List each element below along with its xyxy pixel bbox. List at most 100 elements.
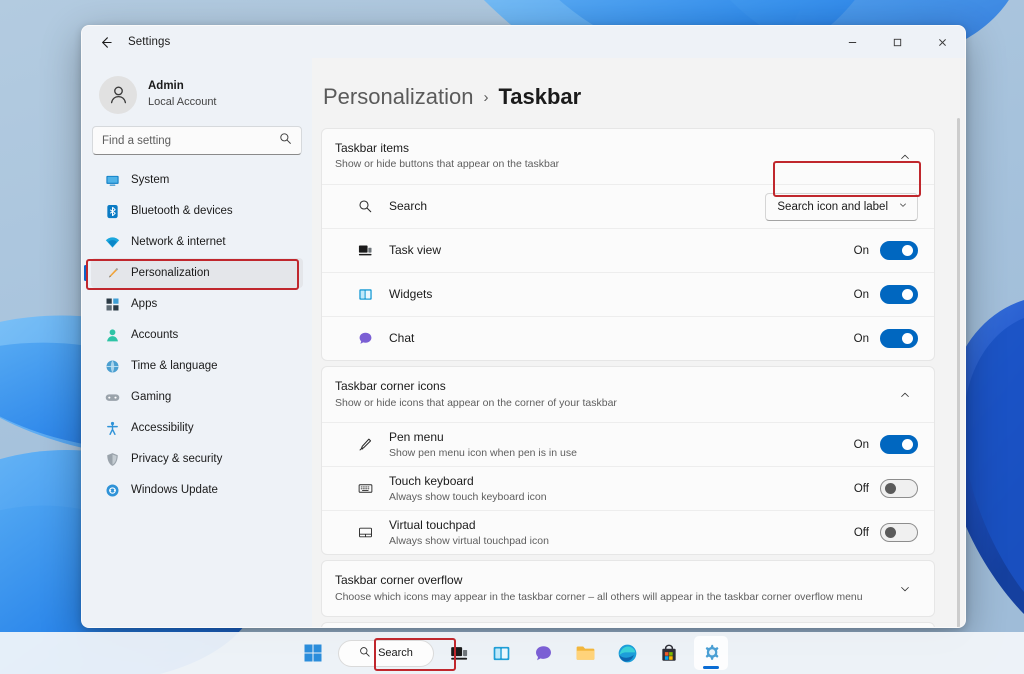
account-block[interactable]: Admin Local Account xyxy=(91,58,303,120)
touchpad-icon xyxy=(357,524,374,541)
chat-icon xyxy=(357,330,374,347)
search-icon xyxy=(359,646,371,661)
page-title: Taskbar xyxy=(498,84,581,110)
store-icon xyxy=(659,643,679,663)
sidebar-item-label: Bluetooth & devices xyxy=(131,205,233,217)
apps-icon xyxy=(104,296,120,312)
bluetooth-icon xyxy=(104,203,120,219)
sidebar-item-accessibility[interactable]: Accessibility xyxy=(91,413,303,443)
taskbar-file-explorer[interactable] xyxy=(568,636,602,670)
keyboard-icon xyxy=(357,480,374,497)
row-label: Search xyxy=(389,199,427,213)
card-header[interactable]: Taskbar behaviors Taskbar alignment, bad… xyxy=(322,623,934,627)
touch-keyboard-toggle[interactable] xyxy=(880,479,918,498)
toggle-state-label: On xyxy=(854,439,869,451)
sidebar-item-bluetooth-devices[interactable]: Bluetooth & devices xyxy=(91,196,303,226)
chevron-down-icon xyxy=(898,200,908,213)
sidebar-nav: System Bluetooth & devices Network & int… xyxy=(91,165,303,505)
sidebar-item-label: Time & language xyxy=(131,360,218,372)
row-chat: Chat On xyxy=(322,316,934,360)
close-button[interactable] xyxy=(920,26,965,58)
sidebar-item-personalization[interactable]: Personalization xyxy=(91,258,303,288)
back-button[interactable] xyxy=(90,28,120,56)
widgets-icon xyxy=(492,644,511,663)
taskbar-widgets[interactable] xyxy=(484,636,518,670)
card-title: Taskbar corner overflow xyxy=(335,572,892,589)
pen-menu-toggle[interactable] xyxy=(880,435,918,454)
sidebar-item-label: System xyxy=(131,174,169,186)
sidebar-item-privacy-security[interactable]: Privacy & security xyxy=(91,444,303,474)
toggle-state-label: On xyxy=(854,245,869,257)
card-title: Taskbar items xyxy=(335,140,892,157)
accessibility-icon xyxy=(104,420,120,436)
wifi-icon xyxy=(104,234,120,250)
search-mode-dropdown[interactable]: Search icon and label xyxy=(765,193,918,221)
card-header[interactable]: Taskbar items Show or hide buttons that … xyxy=(322,129,934,184)
chat-toggle[interactable] xyxy=(880,329,918,348)
card-subtitle: Show or hide icons that appear on the co… xyxy=(335,396,892,412)
sidebar-item-gaming[interactable]: Gaming xyxy=(91,382,303,412)
windows-taskbar: Search xyxy=(0,632,1024,674)
shield-icon xyxy=(104,451,120,467)
sidebar-item-label: Accessibility xyxy=(131,422,194,434)
search-input[interactable] xyxy=(102,135,279,147)
taskbar-search-button[interactable]: Search xyxy=(338,640,434,667)
taskbar-task-view[interactable] xyxy=(442,636,476,670)
minimize-button[interactable] xyxy=(830,26,875,58)
card-taskbar-corner-overflow[interactable]: Taskbar corner overflow Choose which ico… xyxy=(321,560,935,617)
monitor-icon xyxy=(104,172,120,188)
window-titlebar: Settings xyxy=(82,26,965,58)
taskbar-settings[interactable] xyxy=(694,636,728,670)
folder-icon xyxy=(575,643,596,664)
account-icon xyxy=(104,327,120,343)
taskbar-chat[interactable] xyxy=(526,636,560,670)
card-title: Taskbar corner icons xyxy=(335,378,892,395)
clock-globe-icon xyxy=(104,358,120,374)
card-taskbar-behaviors[interactable]: Taskbar behaviors Taskbar alignment, bad… xyxy=(321,622,935,627)
breadcrumb-parent[interactable]: Personalization xyxy=(323,84,473,110)
row-label: Widgets xyxy=(389,287,432,301)
sidebar-item-time-language[interactable]: Time & language xyxy=(91,351,303,381)
maximize-button[interactable] xyxy=(875,26,920,58)
task-view-toggle[interactable] xyxy=(880,241,918,260)
sidebar-item-system[interactable]: System xyxy=(91,165,303,195)
sidebar-item-label: Windows Update xyxy=(131,484,218,496)
widgets-toggle[interactable] xyxy=(880,285,918,304)
chevron-up-icon[interactable] xyxy=(892,144,918,170)
taskbar-search-label: Search xyxy=(378,647,413,659)
row-label: Pen menu xyxy=(389,430,444,444)
row-sublabel: Always show virtual touchpad icon xyxy=(389,534,854,550)
gamepad-icon xyxy=(104,389,120,405)
card-header[interactable]: Taskbar corner overflow Choose which ico… xyxy=(322,561,934,616)
window-controls xyxy=(830,26,965,58)
start-button[interactable] xyxy=(296,636,330,670)
row-label: Touch keyboard xyxy=(389,474,474,488)
row-sublabel: Show pen menu icon when pen is in use xyxy=(389,446,854,462)
row-pen-menu: Pen menu Show pen menu icon when pen is … xyxy=(322,422,934,466)
card-header[interactable]: Taskbar corner icons Show or hide icons … xyxy=(322,367,934,422)
update-icon xyxy=(104,482,120,498)
card-taskbar-items: Taskbar items Show or hide buttons that … xyxy=(321,128,935,361)
sidebar-item-network-internet[interactable]: Network & internet xyxy=(91,227,303,257)
gear-icon xyxy=(701,643,722,664)
sidebar-item-label: Accounts xyxy=(131,329,178,341)
sidebar-item-label: Personalization xyxy=(131,267,210,279)
content-scrollbar[interactable] xyxy=(957,118,960,628)
toggle-state-label: Off xyxy=(854,483,869,495)
main-content: Personalization › Taskbar Taskbar items … xyxy=(312,58,965,627)
sidebar-item-label: Network & internet xyxy=(131,236,226,248)
avatar xyxy=(99,76,137,114)
sidebar-item-windows-update[interactable]: Windows Update xyxy=(91,475,303,505)
row-sublabel: Always show touch keyboard icon xyxy=(389,490,854,506)
search-setting-box[interactable] xyxy=(92,126,302,155)
settings-window: Settings A xyxy=(81,25,966,628)
chevron-up-icon[interactable] xyxy=(892,382,918,408)
sidebar-item-apps[interactable]: Apps xyxy=(91,289,303,319)
chevron-down-icon[interactable] xyxy=(892,576,918,602)
row-label: Chat xyxy=(389,331,414,345)
account-name: Admin xyxy=(148,79,217,95)
taskbar-edge[interactable] xyxy=(610,636,644,670)
virtual-touchpad-toggle[interactable] xyxy=(880,523,918,542)
sidebar-item-accounts[interactable]: Accounts xyxy=(91,320,303,350)
taskbar-microsoft-store[interactable] xyxy=(652,636,686,670)
